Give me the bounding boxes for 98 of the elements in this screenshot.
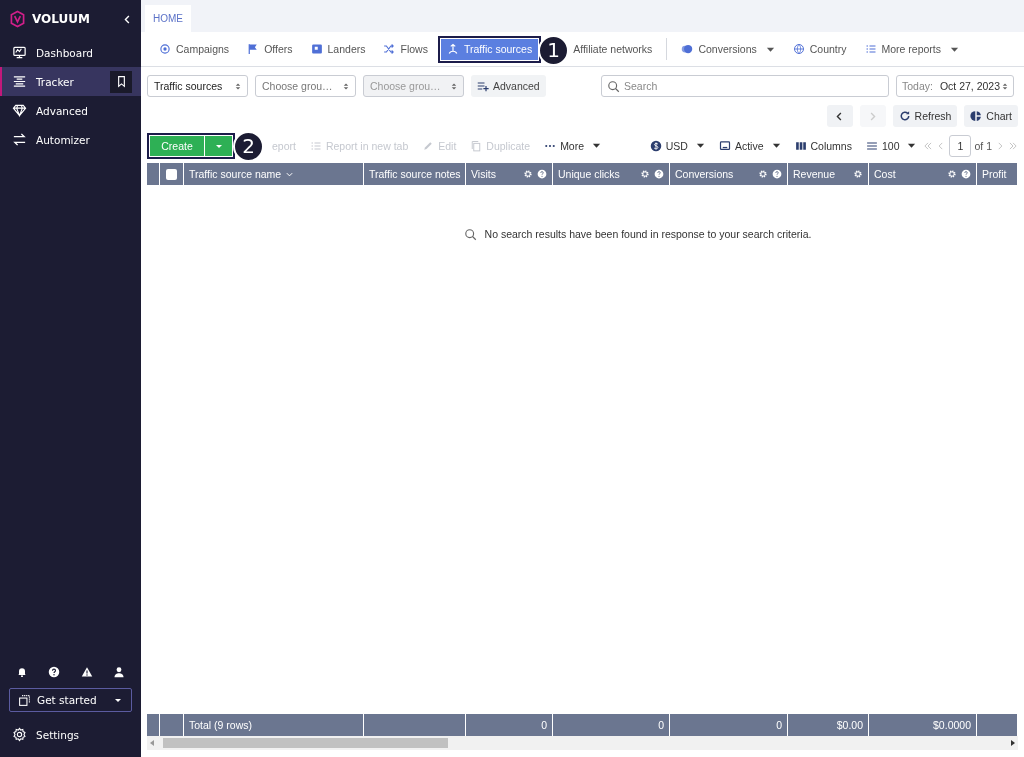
brand-name: VOLUUM <box>32 12 91 26</box>
report-tab[interactable]: More reports <box>858 38 966 60</box>
coins-icon <box>681 43 694 55</box>
sidebar-item[interactable]: Tracker <box>0 67 141 96</box>
diamond-icon <box>12 103 27 118</box>
toolbar-dropdown[interactable]: Active <box>711 134 788 157</box>
sort-arrows-icon <box>343 81 349 91</box>
settings-icon[interactable] <box>640 169 650 179</box>
table-cell: Total (9 rows) <box>189 719 252 731</box>
column-header[interactable]: Unique clicks <box>558 168 620 180</box>
caret-icon <box>907 141 917 150</box>
group-select[interactable]: Traffic sources <box>147 75 248 97</box>
create-dropdown-button[interactable] <box>205 135 232 156</box>
report-tab[interactable]: Affiliate networks <box>567 38 659 60</box>
horizontal-scrollbar[interactable] <box>147 736 1018 750</box>
settings-icon[interactable] <box>947 169 957 179</box>
scroll-left-icon[interactable] <box>149 739 155 747</box>
caret-icon <box>592 141 602 150</box>
shuffle-icon <box>383 43 396 55</box>
select-all-checkbox[interactable] <box>166 168 177 180</box>
table-cell: 0 <box>541 719 547 731</box>
refresh-button[interactable]: Refresh <box>892 105 958 127</box>
column-header[interactable]: Cost <box>874 168 896 180</box>
column-header[interactable]: Conversions <box>675 168 734 180</box>
page-count: of 1 <box>974 139 992 152</box>
settings-icon <box>12 727 27 742</box>
sort-arrows-icon <box>1002 81 1008 91</box>
step-badge: 1 <box>538 34 570 66</box>
settings-icon[interactable] <box>758 169 768 179</box>
sidebar-item[interactable]: Automizer <box>0 125 141 154</box>
report-tab[interactable]: Flows <box>377 38 434 60</box>
sliders-icon <box>12 74 27 89</box>
get-started-dropdown[interactable]: Get started <box>9 688 132 712</box>
list-plus-icon <box>477 80 489 92</box>
sort-arrows-icon <box>235 81 241 91</box>
user-icon[interactable] <box>112 666 125 678</box>
back-button[interactable] <box>826 105 853 127</box>
column-header[interactable]: Revenue <box>793 168 836 180</box>
target-icon <box>159 43 171 55</box>
copy-icon <box>470 139 483 152</box>
settings-icon[interactable] <box>523 169 533 179</box>
square-icon <box>310 43 323 55</box>
report-tab[interactable]: Landers <box>304 38 372 60</box>
bookmark-button[interactable] <box>110 70 132 93</box>
help-icon[interactable] <box>48 666 61 678</box>
globe-icon <box>792 43 805 55</box>
column-header[interactable]: Profit <box>982 168 1007 180</box>
dollar-icon <box>649 139 662 152</box>
pie-chart-icon <box>970 110 983 122</box>
toolbar-dropdown[interactable]: USD <box>642 134 712 157</box>
sidebar-item[interactable]: Advanced <box>0 96 141 125</box>
lines-icon <box>865 139 878 152</box>
step-badge: 2 <box>233 130 264 162</box>
advanced-button[interactable]: Advanced <box>471 75 546 97</box>
table-cell: 0 <box>658 719 664 731</box>
settings-icon[interactable] <box>853 169 863 179</box>
warning-icon[interactable] <box>80 666 93 678</box>
table-cell: 0 <box>776 719 782 731</box>
report-tab[interactable]: Offers <box>241 38 299 60</box>
list-icon <box>864 43 877 55</box>
date-picker[interactable]: Today: Oct 27, 2023 <box>896 75 1014 97</box>
page-field[interactable]: 1 <box>949 134 972 157</box>
pencil-icon <box>422 139 435 152</box>
scroll-right-icon[interactable] <box>1010 739 1016 747</box>
toolbar-dropdown[interactable]: 100 <box>858 134 924 157</box>
list-icon <box>309 139 322 152</box>
search-icon <box>463 228 477 241</box>
flag-icon <box>247 43 260 55</box>
table-cell: $0.0000 <box>933 719 971 731</box>
caret-icon <box>695 141 705 150</box>
chart-button[interactable]: Chart <box>964 105 1018 127</box>
empty-message: No search results have been found in response to your search criteria. <box>484 228 812 240</box>
table-cell: $0.00 <box>836 719 863 731</box>
monitor-icon <box>12 45 27 60</box>
report-tab[interactable]: Campaigns <box>153 38 236 60</box>
column-header[interactable]: Visits <box>471 168 496 180</box>
report-tab[interactable]: Conversions <box>675 38 781 60</box>
column-header[interactable]: Traffic source name <box>189 168 282 180</box>
refresh-icon <box>898 110 911 122</box>
report-tab[interactable]: Traffic sources <box>440 38 539 60</box>
columns-icon <box>794 139 807 152</box>
report-tab[interactable]: Country <box>786 38 853 60</box>
upload-person-icon <box>446 43 459 55</box>
column-header[interactable]: Traffic source notes <box>369 168 461 180</box>
search-icon <box>607 79 620 93</box>
settings-item[interactable]: Settings <box>0 720 141 749</box>
home-tab[interactable]: HOME <box>145 5 191 32</box>
shield-logo-icon <box>10 10 25 28</box>
caret-icon <box>771 141 781 150</box>
sidebar-item[interactable]: Dashboard <box>0 38 141 67</box>
search-field[interactable]: Search <box>601 75 889 97</box>
swap-arrows-icon <box>12 132 27 147</box>
windows-icon <box>18 693 31 707</box>
sort-arrows-icon <box>451 81 457 91</box>
toolbar-dropdown[interactable]: Columns <box>787 134 859 157</box>
group-select[interactable]: Choose grou… <box>255 75 356 97</box>
screen-icon <box>718 139 731 152</box>
toolbar-button[interactable]: More <box>537 134 609 157</box>
